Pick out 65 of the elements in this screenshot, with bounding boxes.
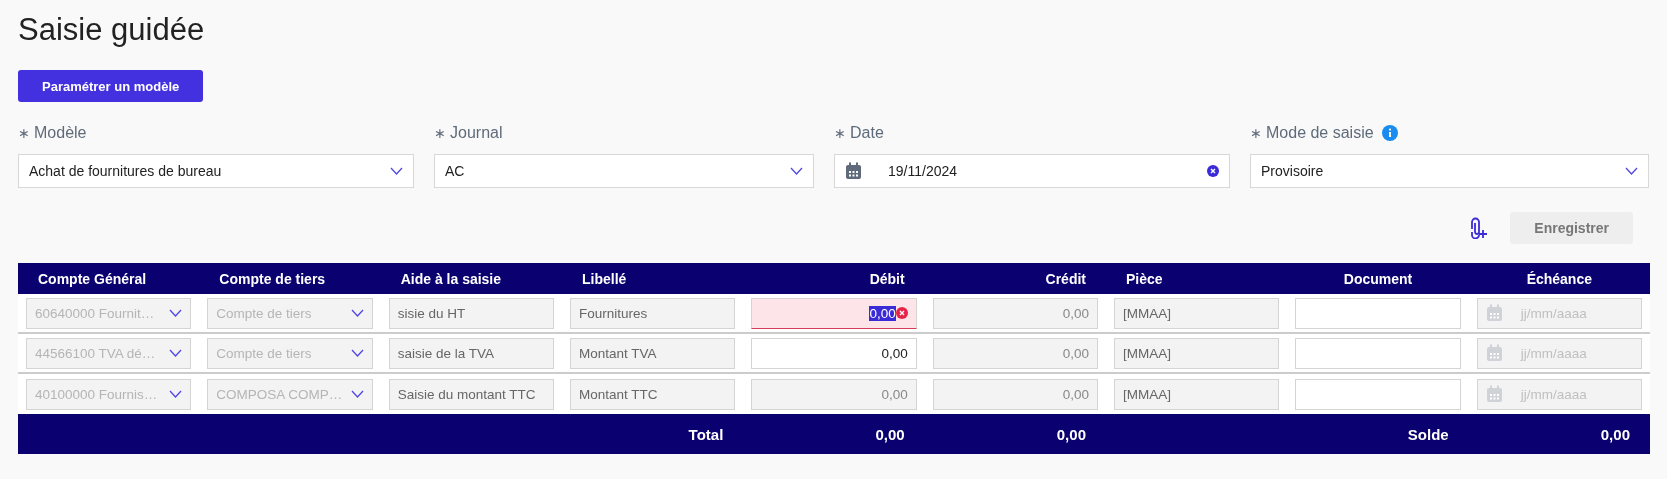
- column-header: Crédit: [1044, 270, 1087, 287]
- field-label: Journal: [450, 124, 503, 142]
- info-icon[interactable]: [1381, 125, 1398, 141]
- column-header: Compte Général: [37, 270, 148, 287]
- amount-value: 0,00: [869, 305, 896, 321]
- input-field[interactable]: saisie de la TVA: [388, 337, 554, 369]
- attach-add-icon[interactable]: [1468, 217, 1489, 239]
- select-field[interactable]: AC: [434, 154, 814, 188]
- clear-icon[interactable]: [895, 307, 908, 319]
- column-header: Compte de tiers: [218, 270, 327, 287]
- document-field[interactable]: [1295, 337, 1461, 369]
- input-field[interactable]: sisie du HT: [388, 297, 554, 329]
- total-label: Total: [687, 425, 725, 443]
- column-header: Débit: [868, 270, 906, 287]
- calendar-icon: [1485, 344, 1503, 362]
- chevron-down-icon: [169, 349, 183, 357]
- input-field[interactable]: Saisie du montant TTC: [388, 378, 554, 410]
- chevron-down-icon: [350, 309, 364, 317]
- chevron-down-icon: [169, 390, 183, 398]
- chevron-down-icon: [390, 167, 403, 175]
- debit-field[interactable]: 0,00: [751, 297, 917, 329]
- credit-field[interactable]: 0,00: [932, 297, 1098, 329]
- setup-model-button[interactable]: Paramétrer un modèle: [18, 70, 204, 102]
- field-label: Date: [850, 124, 884, 142]
- balance-label: Solde: [1406, 425, 1450, 443]
- chevron-down-icon: [350, 390, 364, 398]
- input-field[interactable]: Montant TVA: [570, 337, 736, 369]
- required-mark: ∗: [834, 125, 846, 141]
- column-header: Document: [1342, 270, 1414, 287]
- column-header: Libellé: [581, 270, 628, 287]
- required-mark: ∗: [434, 125, 446, 141]
- chevron-down-icon: [169, 309, 183, 317]
- field-label: Mode de saisie: [1266, 124, 1374, 142]
- select-field[interactable]: Provisoire: [1250, 154, 1649, 188]
- calendar-icon: [1485, 304, 1503, 322]
- input-field[interactable]: [MMAA]: [1114, 337, 1280, 369]
- calendar-icon: [845, 162, 862, 180]
- page-title: Saisie guidée: [18, 11, 206, 49]
- column-header: Aide à la saisie: [399, 270, 503, 287]
- chevron-down-icon: [790, 167, 803, 175]
- input-field[interactable]: Fournitures: [570, 297, 736, 329]
- debit-field[interactable]: 0,00: [751, 337, 917, 369]
- document-field[interactable]: [1295, 297, 1461, 329]
- select-field[interactable]: Achat de fournitures de bureau: [18, 154, 414, 188]
- total-debit: 0,00: [874, 425, 906, 443]
- input-field[interactable]: Montant TTC: [570, 378, 736, 410]
- credit-field[interactable]: 0,00: [932, 337, 1098, 369]
- document-field[interactable]: [1295, 378, 1461, 410]
- required-mark: ∗: [18, 125, 30, 141]
- amount-value: 0,00: [881, 386, 908, 402]
- credit-field[interactable]: 0,00: [932, 378, 1098, 410]
- input-field[interactable]: [MMAA]: [1114, 297, 1280, 329]
- amount-value: 0,00: [881, 345, 908, 361]
- date-field[interactable]: 19/11/2024: [834, 154, 1230, 188]
- chevron-down-icon: [350, 349, 364, 357]
- clear-icon[interactable]: [1207, 165, 1219, 177]
- calendar-icon: [1485, 385, 1503, 403]
- column-header: Échéance: [1525, 270, 1593, 287]
- total-credit: 0,00: [1055, 425, 1087, 443]
- column-header: Pièce: [1125, 270, 1164, 287]
- input-field[interactable]: [MMAA]: [1114, 378, 1280, 410]
- balance-value: 0,00: [1599, 425, 1631, 443]
- field-label: Modèle: [34, 124, 87, 142]
- chevron-down-icon: [1625, 167, 1638, 175]
- required-mark: ∗: [1250, 125, 1262, 141]
